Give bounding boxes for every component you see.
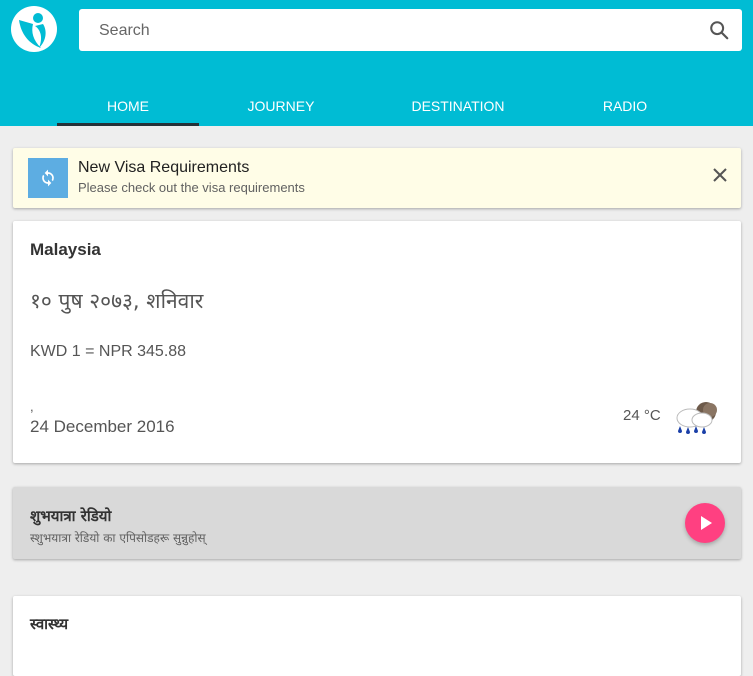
location-separator: , bbox=[30, 399, 34, 414]
app-logo[interactable] bbox=[11, 6, 57, 52]
visa-notice-card[interactable]: New Visa Requirements Please check out t… bbox=[13, 148, 741, 208]
health-title: स्वास्थ्य bbox=[30, 615, 69, 633]
notice-title: New Visa Requirements bbox=[78, 159, 250, 176]
nav-tabs: HOME JOURNEY DESTINATION RADIO bbox=[0, 86, 753, 126]
tab-home[interactable]: HOME bbox=[57, 86, 199, 126]
radio-title: शुभयात्रा रेडियो bbox=[30, 507, 112, 525]
app-header: HOME JOURNEY DESTINATION RADIO bbox=[0, 0, 753, 126]
radio-card[interactable]: शुभयात्रा रेडियो स्शुभयात्रा रेडियो का ए… bbox=[13, 487, 741, 559]
rain-cloud-icon bbox=[676, 402, 717, 434]
temperature: 24 °C bbox=[623, 407, 661, 424]
play-icon bbox=[701, 516, 712, 530]
health-card[interactable]: स्वास्थ्य bbox=[13, 596, 741, 676]
country-name: Malaysia bbox=[30, 240, 101, 259]
sync-icon bbox=[42, 169, 54, 187]
notice-subtitle: Please check out the visa requirements bbox=[78, 180, 305, 195]
search-bar bbox=[79, 9, 742, 53]
sync-icon-box bbox=[28, 158, 68, 198]
tab-destination[interactable]: DESTINATION bbox=[378, 86, 538, 126]
search-icon[interactable] bbox=[708, 19, 730, 41]
person-logo-icon bbox=[19, 13, 46, 48]
active-tab-indicator bbox=[57, 123, 199, 126]
search-input[interactable] bbox=[97, 9, 701, 53]
exchange-rate: KWD 1 = NPR 345.88 bbox=[30, 343, 187, 360]
tab-radio[interactable]: RADIO bbox=[560, 86, 690, 126]
gregorian-date: 24 December 2016 bbox=[30, 417, 175, 436]
tab-journey[interactable]: JOURNEY bbox=[210, 86, 352, 126]
nepali-date: १० पुष २०७३, शनिवार bbox=[30, 289, 204, 313]
close-icon[interactable] bbox=[711, 166, 729, 184]
radio-subtitle: स्शुभयात्रा रेडियो का एपिसोडहरू सुन्नुहो… bbox=[30, 531, 206, 545]
play-button[interactable] bbox=[685, 503, 725, 543]
country-info-card: Malaysia १० पुष २०७३, शनिवार KWD 1 = NPR… bbox=[13, 221, 741, 463]
